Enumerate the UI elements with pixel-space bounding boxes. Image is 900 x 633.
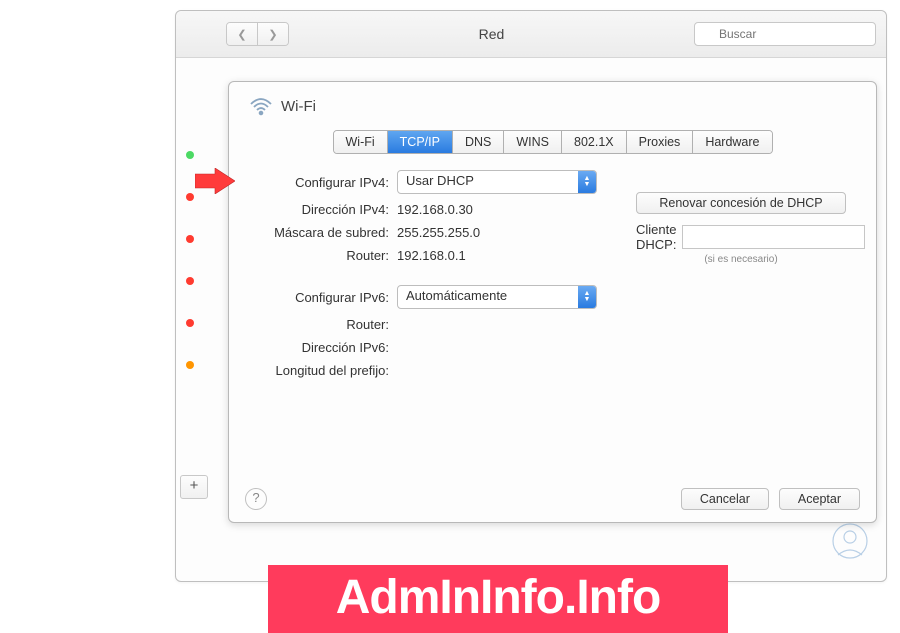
sheet-title: Wi-Fi	[281, 98, 316, 115]
assistant-button[interactable]: Asistente...	[622, 541, 684, 555]
status-dot-red	[186, 235, 194, 243]
restore-button[interactable]: Restaurar...	[724, 541, 789, 555]
renew-dhcp-button[interactable]: Renovar concesión de DHCP	[636, 192, 846, 214]
dhcp-side-group: Renovar concesión de DHCP Cliente DHCP: …	[636, 192, 846, 265]
tab-wifi[interactable]: Wi-Fi	[334, 131, 388, 153]
prefix-length-label: Longitud del prefijo:	[259, 363, 397, 378]
router-label: Router:	[259, 248, 397, 263]
tab-tcpip[interactable]: TCP/IP	[388, 131, 453, 153]
config-ipv4-label: Configurar IPv4:	[259, 175, 397, 190]
router-value: 192.168.0.1	[397, 248, 466, 263]
dhcp-client-label: Cliente DHCP:	[636, 222, 676, 252]
tab-8021x[interactable]: 802.1X	[562, 131, 627, 153]
config-ipv6-label: Configurar IPv6:	[259, 290, 397, 305]
forward-button[interactable]: ❯	[258, 23, 288, 45]
preferences-window: ❮ ❯ Red + Asistente... Restaurar... Apli…	[175, 10, 887, 582]
chevron-updown-icon: ▲▼	[578, 286, 596, 308]
router6-label: Router:	[259, 317, 397, 332]
status-dot-red	[186, 193, 194, 201]
sheet-footer: ? Cancelar Aceptar	[245, 488, 860, 510]
help-button[interactable]: ?	[245, 488, 267, 510]
tab-dns[interactable]: DNS	[453, 131, 504, 153]
config-ipv6-select[interactable]: Automáticamente ▲▼	[397, 285, 597, 309]
ipv4-address-value: 192.168.0.30	[397, 202, 473, 217]
user-avatar-icon	[832, 523, 868, 559]
status-dot-red	[186, 277, 194, 285]
tab-bar: Wi-Fi TCP/IP DNS WINS 802.1X Proxies Har…	[333, 130, 773, 154]
config-ipv4-select[interactable]: Usar DHCP ▲▼	[397, 170, 597, 194]
search-input[interactable]	[694, 22, 876, 46]
cancel-button[interactable]: Cancelar	[681, 488, 769, 510]
subnet-value: 255.255.255.0	[397, 225, 480, 240]
status-dot-green	[186, 151, 194, 159]
watermark-banner: AdmInInfo.Info	[268, 565, 728, 633]
sidebar-status-strip	[186, 151, 192, 403]
dhcp-client-input[interactable]	[682, 225, 865, 249]
status-dot-orange	[186, 361, 194, 369]
sheet-content: Configurar IPv4: Usar DHCP ▲▼ Dirección …	[229, 170, 876, 378]
ipv6-address-label: Dirección IPv6:	[259, 340, 397, 355]
chevron-updown-icon: ▲▼	[578, 171, 596, 193]
toolbar: ❮ ❯ Red	[176, 11, 886, 58]
status-dot-red	[186, 319, 194, 327]
settings-sheet: Wi-Fi Wi-Fi TCP/IP DNS WINS 802.1X Proxi…	[228, 81, 877, 523]
bg-buttons: Asistente... Restaurar... Aplic	[622, 541, 856, 555]
sheet-header: Wi-Fi	[229, 82, 876, 124]
dhcp-client-hint: (si es necesario)	[636, 254, 846, 265]
wifi-icon	[249, 96, 273, 116]
subnet-label: Máscara de subred:	[259, 225, 397, 240]
tab-hardware[interactable]: Hardware	[693, 131, 771, 153]
tab-wins[interactable]: WINS	[504, 131, 562, 153]
add-service-button[interactable]: +	[180, 475, 208, 499]
nav-group: ❮ ❯	[226, 22, 289, 46]
window-title: Red	[289, 26, 694, 42]
ipv4-address-label: Dirección IPv4:	[259, 202, 397, 217]
accept-button[interactable]: Aceptar	[779, 488, 860, 510]
back-button[interactable]: ❮	[227, 23, 258, 45]
tab-proxies[interactable]: Proxies	[627, 131, 694, 153]
